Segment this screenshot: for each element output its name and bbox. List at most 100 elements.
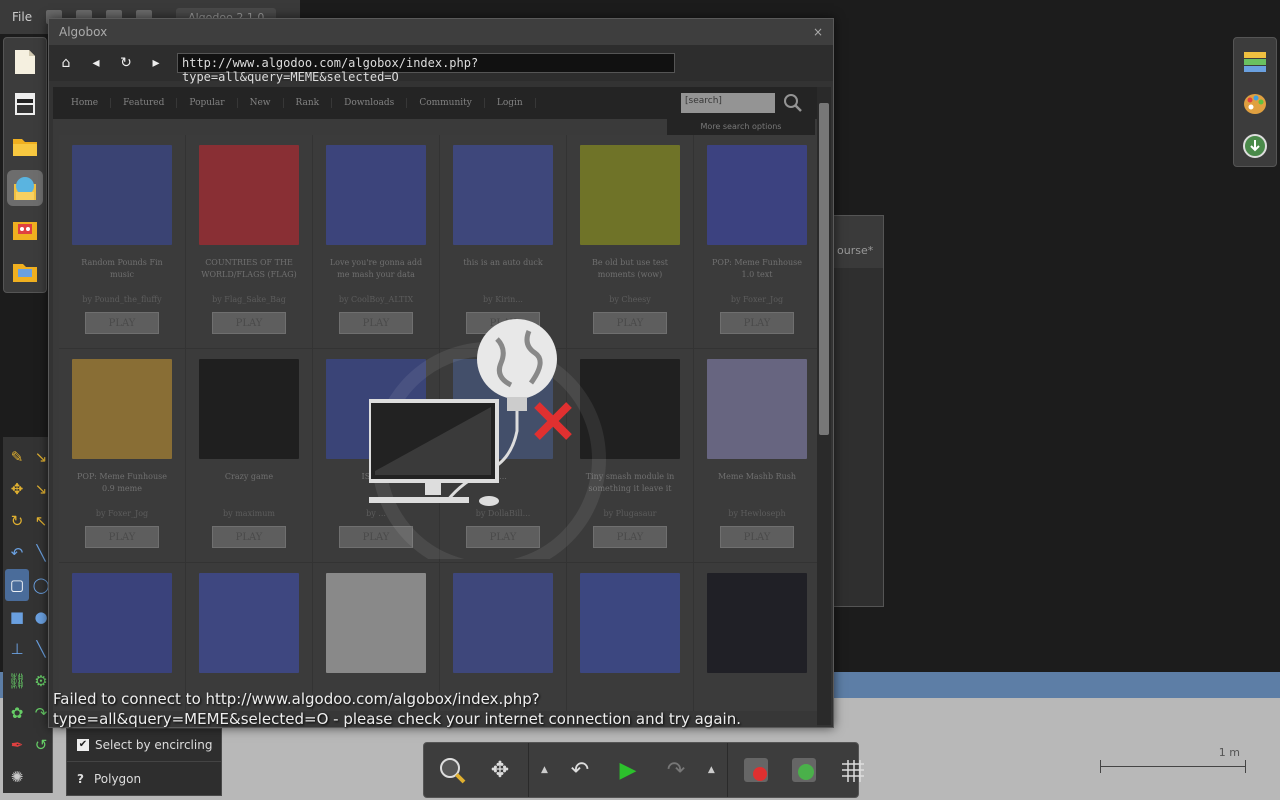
back-icon[interactable]: ◂ <box>87 55 105 71</box>
pan-icon[interactable]: ✥ <box>484 754 516 786</box>
scene-thumbnail[interactable] <box>326 573 426 673</box>
layers-button[interactable] <box>1237 44 1273 80</box>
scene-author[interactable]: by Plugasaur <box>603 509 656 518</box>
scene-thumbnail[interactable] <box>707 145 807 245</box>
site-search-input[interactable]: [search] <box>681 93 775 113</box>
select-by-encircling-option[interactable]: ✔ Select by encircling <box>67 729 221 762</box>
rotate-tool-icon[interactable]: ↻ <box>5 505 29 537</box>
play-button[interactable]: PLAY <box>85 526 159 548</box>
algobox-button[interactable] <box>7 170 43 206</box>
scene-title[interactable]: Be old but use test moments (wow) <box>578 257 682 285</box>
checkbox[interactable]: ✔ <box>77 739 89 751</box>
nav-login[interactable]: Login <box>485 98 536 108</box>
scene-title[interactable]: Crazy game <box>197 471 301 499</box>
scene-thumbnail[interactable] <box>453 145 553 245</box>
nav-new[interactable]: New <box>238 98 284 108</box>
zoom-to-scene-button[interactable] <box>1237 128 1273 164</box>
play-button[interactable]: PLAY <box>720 312 794 334</box>
scene-author[interactable]: by Flag_Sake_Bag <box>212 295 286 304</box>
scene-title[interactable]: POP: Meme Funhouse 0.9 meme <box>70 471 174 499</box>
scene-thumbnail[interactable] <box>580 145 680 245</box>
scene-title[interactable]: POP: Meme Funhouse 1.0 text <box>705 257 809 285</box>
box-tool-icon[interactable]: ■ <box>5 601 29 633</box>
undo-arrow-icon[interactable]: ↶ <box>564 754 596 786</box>
forward-icon[interactable]: ▸ <box>147 55 165 71</box>
home-icon[interactable]: ⌂ <box>57 55 75 71</box>
scene-author[interactable]: by Foxer_Jog <box>731 295 783 304</box>
scene-author[interactable]: by Cheesy <box>609 295 651 304</box>
play-button[interactable]: PLAY <box>212 526 286 548</box>
play-button[interactable]: PLAY <box>85 312 159 334</box>
scene-author[interactable]: by CoolBoy_ALTIX <box>339 295 413 304</box>
new-scene-button[interactable] <box>7 44 43 80</box>
scene-card[interactable]: Love you're gonna add me mash your data b… <box>313 135 440 349</box>
nav-popular[interactable]: Popular <box>177 98 238 108</box>
scene-card[interactable]: Random Pounds Fin music by Pound_the_fluf… <box>59 135 186 349</box>
spring-tool-icon[interactable]: ↶ <box>5 537 29 569</box>
zoom-icon[interactable] <box>436 754 468 786</box>
undo-dropdown-icon[interactable]: ▲ <box>541 765 548 775</box>
scene-thumbnail[interactable] <box>199 359 299 459</box>
reload-icon[interactable]: ↻ <box>117 55 135 71</box>
gravity-icon[interactable] <box>740 754 772 786</box>
algobox-titlebar[interactable]: Algobox × <box>49 19 833 45</box>
open-scene-button[interactable] <box>7 128 43 164</box>
scene-title[interactable]: this is an auto duck <box>451 257 555 285</box>
scene-thumbnail[interactable] <box>453 573 553 673</box>
scroll-thumb[interactable] <box>819 103 829 435</box>
scene-thumbnail[interactable] <box>72 573 172 673</box>
play-icon[interactable]: ▶ <box>612 754 644 786</box>
scene-thumbnail[interactable] <box>707 359 807 459</box>
sketch-tool-icon[interactable]: ✎ <box>5 441 29 473</box>
redo-dropdown-icon[interactable]: ▲ <box>708 765 715 775</box>
scrollbar[interactable] <box>817 87 831 725</box>
grid-icon[interactable] <box>836 754 868 786</box>
polygon-tool-icon[interactable]: ▢ <box>5 569 29 601</box>
laser-tool-icon[interactable]: ↺ <box>29 729 53 761</box>
scene-card[interactable]: this is an auto duckby Kirin...PLAY <box>440 135 567 349</box>
more-search-options[interactable]: More search options <box>667 119 815 135</box>
scene-card[interactable]: Meme Mashb Rush by Hewloseph PLAY <box>694 349 817 563</box>
scene-title[interactable]: COUNTRIES OF THE WORLD/FLAGS (FLAG) <box>197 257 301 285</box>
scene-card[interactable]: Be old but use test moments (wow) by Chee… <box>567 135 694 349</box>
chain-tool-icon[interactable]: ⛓ <box>5 665 29 697</box>
nav-rank[interactable]: Rank <box>284 98 333 108</box>
scene-title[interactable]: Random Pounds Fin music <box>70 257 174 285</box>
hinge-tool-icon[interactable]: ✿ <box>5 697 29 729</box>
file-menu[interactable]: File <box>12 10 32 24</box>
scene-title[interactable]: Meme Mashb Rush <box>705 471 809 499</box>
nav-home[interactable]: Home <box>59 98 112 108</box>
scene-card[interactable]: POP: Meme Funhouse 1.0 text by Foxer_Jog P… <box>694 135 817 349</box>
save-scene-button[interactable] <box>7 254 43 290</box>
move-tool-icon[interactable]: ✥ <box>5 473 29 505</box>
help-icon[interactable]: ? <box>77 772 84 786</box>
scene-thumbnail[interactable] <box>580 573 680 673</box>
polygon-option[interactable]: ? Polygon <box>67 762 221 795</box>
nav-community[interactable]: Community <box>407 98 485 108</box>
url-field[interactable]: http://www.algodoo.com/algobox/index.php… <box>177 53 675 84</box>
scene-author[interactable]: by Foxer_Jog <box>96 509 148 518</box>
nav-downloads[interactable]: Downloads <box>332 98 408 108</box>
scene-author[interactable]: by Pound_the_fluffy <box>82 295 161 304</box>
scene-title[interactable]: Love you're gonna add me mash your data <box>324 257 428 285</box>
plane-tool-icon[interactable]: ⊥ <box>5 633 29 665</box>
scene-thumbnail[interactable] <box>326 145 426 245</box>
scene-thumbnail[interactable] <box>72 145 172 245</box>
thruster-tool-icon[interactable]: ✺ <box>5 761 29 793</box>
scene-card[interactable]: POP: Meme Funhouse 0.9 meme by Foxer_Jog P… <box>59 349 186 563</box>
nav-featured[interactable]: Featured <box>111 98 178 108</box>
scene-card[interactable]: COUNTRIES OF THE WORLD/FLAGS (FLAG) by Fl… <box>186 135 313 349</box>
palette-button[interactable] <box>1237 86 1273 122</box>
search-icon[interactable] <box>783 93 803 113</box>
play-button[interactable]: PLAY <box>720 526 794 548</box>
air-friction-icon[interactable] <box>788 754 820 786</box>
scene-author[interactable]: by maximum <box>223 509 275 518</box>
close-icon[interactable]: × <box>813 25 823 39</box>
tracer-tool-icon[interactable]: ✒ <box>5 729 29 761</box>
scene-thumbnail[interactable] <box>72 359 172 459</box>
scene-author[interactable]: by Hewloseph <box>728 509 785 518</box>
redo-arrow-icon[interactable]: ↷ <box>660 754 692 786</box>
scene-thumbnail[interactable] <box>199 573 299 673</box>
scene-author[interactable]: by Kirin... <box>483 295 523 304</box>
open-phunlet-button[interactable] <box>7 86 43 122</box>
